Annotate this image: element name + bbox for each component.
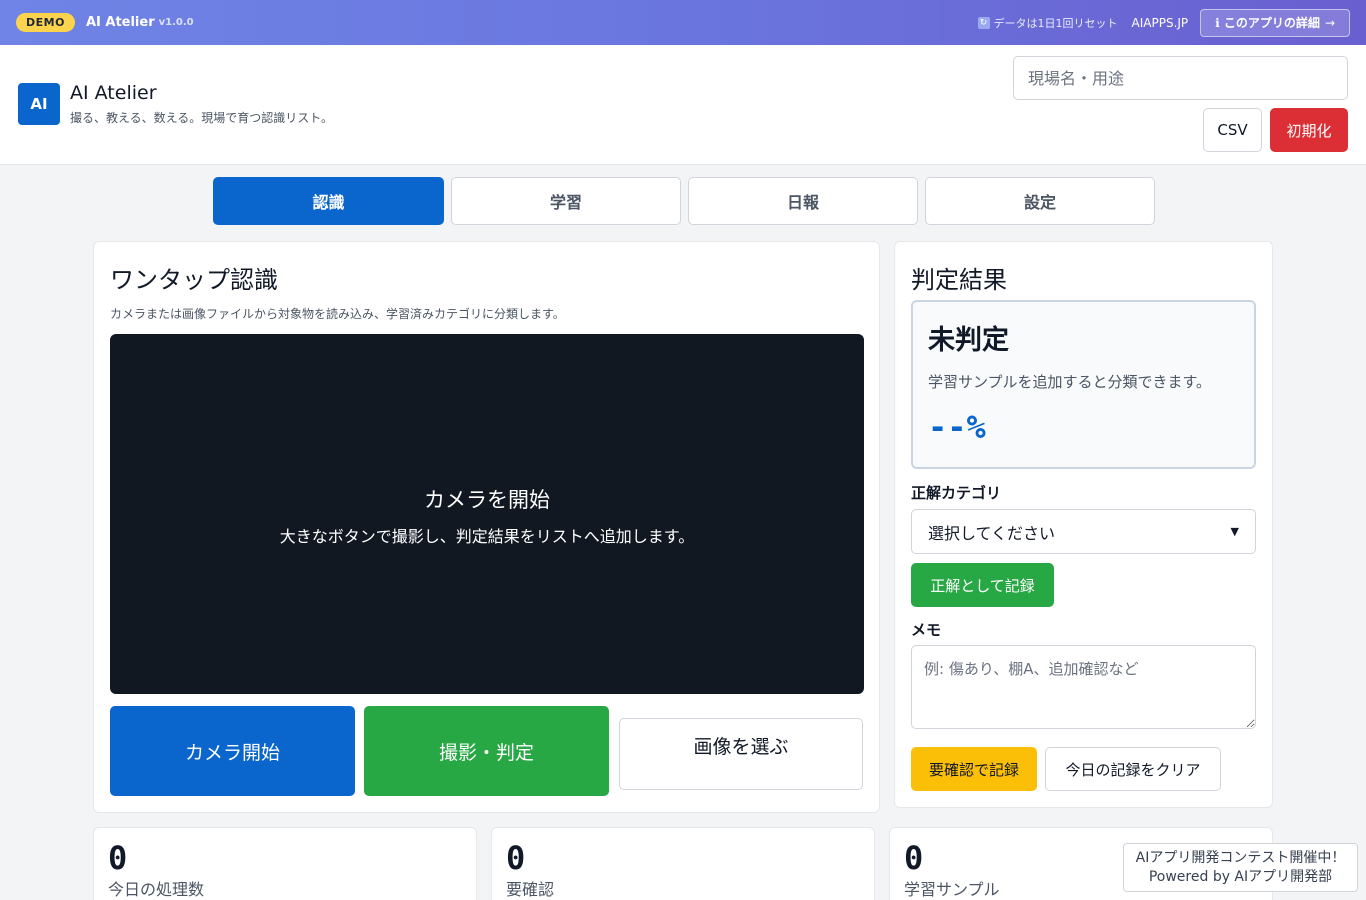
- topbar-right: ↻ データは1日1回リセット AIAPPS.JP ℹ このアプリの詳細 →: [977, 8, 1350, 37]
- reset-note-text: データは1日1回リセット: [993, 16, 1118, 30]
- site-name-input[interactable]: [1013, 56, 1348, 100]
- stat-value: 0: [506, 839, 526, 877]
- refresh-icon: ↻: [977, 16, 990, 29]
- result-title: 判定結果: [911, 266, 1007, 294]
- demo-badge: DEMO: [16, 13, 75, 32]
- capture-classify-button[interactable]: 撮影・判定: [364, 706, 609, 796]
- category-select[interactable]: 選択してください ▼: [911, 509, 1256, 554]
- recognize-description: カメラまたは画像ファイルから対象物を読み込み、学習済みカテゴリに分類します。: [110, 307, 565, 321]
- site-link[interactable]: AIAPPS.JP: [1132, 16, 1189, 30]
- record-correct-button[interactable]: 正解として記録: [911, 563, 1054, 607]
- recognize-panel: ワンタップ認識 カメラまたは画像ファイルから対象物を読み込み、学習済みカテゴリに…: [93, 241, 880, 813]
- contest-line-2: Powered by AIアプリ開発部: [1148, 869, 1333, 885]
- app-header: AI AI Atelier 撮る、教える、数える。現場で育つ認識リスト。 CSV…: [0, 45, 1366, 165]
- main-tabs: 認識 学習 日報 設定: [213, 177, 1162, 225]
- app-details-label: このアプリの詳細: [1223, 16, 1320, 30]
- result-hint: 学習サンプルを追加すると分類できます。: [928, 373, 1212, 391]
- stat-value: 0: [108, 839, 128, 877]
- category-selected-value: 選択してください: [928, 523, 1056, 543]
- stat-label: 学習サンプル: [904, 880, 1000, 899]
- result-label: 未判定: [928, 325, 1009, 356]
- tab-daily-report[interactable]: 日報: [688, 177, 918, 225]
- record-review-button[interactable]: 要確認で記録: [911, 747, 1037, 791]
- info-icon: ℹ: [1215, 15, 1220, 30]
- camera-preview[interactable]: カメラを開始 大きなボタンで撮影し、判定結果をリストへ追加します。: [110, 334, 864, 694]
- result-panel: 判定結果 未判定 学習サンプルを追加すると分類できます。 --% 正解カテゴリ …: [894, 241, 1273, 808]
- camera-subtitle: 大きなボタンで撮影し、判定結果をリストへ追加します。: [279, 527, 695, 546]
- contest-line-1: AIアプリ開発コンテスト開催中！: [1135, 850, 1346, 866]
- start-camera-button[interactable]: カメラ開始: [110, 706, 355, 796]
- stat-label: 要確認: [506, 880, 555, 899]
- tab-learn[interactable]: 学習: [451, 177, 681, 225]
- app-logo: AI: [18, 83, 60, 125]
- app-name: AI Atelier: [85, 15, 155, 30]
- stat-card-processed: 0 今日の処理数: [93, 827, 477, 900]
- top-banner: DEMO AI Atelier v1.0.0 ↻ データは1日1回リセット AI…: [0, 0, 1366, 45]
- page-title: AI Atelier: [70, 82, 157, 104]
- arrow-right-icon: →: [1324, 15, 1335, 30]
- stat-label: 今日の処理数: [108, 880, 205, 899]
- reset-data-button[interactable]: 初期化: [1270, 108, 1348, 152]
- tab-recognize[interactable]: 認識: [213, 177, 444, 225]
- csv-export-button[interactable]: CSV: [1203, 108, 1262, 152]
- result-card: 未判定 学習サンプルを追加すると分類できます。 --%: [911, 300, 1256, 469]
- stat-card-review: 0 要確認: [491, 827, 875, 900]
- app-version: v1.0.0: [158, 17, 194, 28]
- chevron-down-icon: ▼: [1230, 525, 1239, 538]
- stat-value: 0: [904, 839, 924, 877]
- app-details-button[interactable]: ℹ このアプリの詳細 →: [1200, 8, 1350, 37]
- contest-banner[interactable]: AIアプリ開発コンテスト開催中！ Powered by AIアプリ開発部: [1123, 843, 1358, 892]
- memo-label: メモ: [911, 621, 942, 639]
- camera-title: カメラを開始: [424, 488, 550, 512]
- memo-input[interactable]: [911, 645, 1256, 729]
- choose-image-button[interactable]: 画像を選ぶ: [619, 718, 863, 790]
- clear-today-button[interactable]: 今日の記録をクリア: [1045, 747, 1221, 791]
- page-subtitle: 撮る、教える、数える。現場で育つ認識リスト。: [70, 111, 334, 125]
- category-label: 正解カテゴリ: [911, 484, 1002, 502]
- recognize-title: ワンタップ認識: [110, 266, 278, 294]
- tab-settings[interactable]: 設定: [925, 177, 1155, 225]
- confidence-value: --%: [928, 408, 986, 446]
- reset-note: ↻ データは1日1回リセット: [977, 15, 1118, 31]
